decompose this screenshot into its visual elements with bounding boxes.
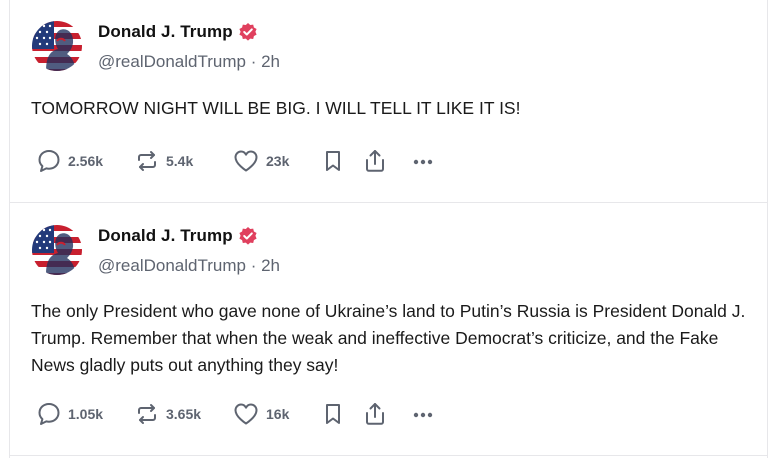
post-time[interactable]: 2h [261,52,280,71]
author-handle[interactable]: @realDonaldTrump [98,52,246,71]
repost-arrows-icon [138,151,156,171]
post-time[interactable]: 2h [261,256,280,275]
more-options-button[interactable] [410,147,450,175]
post-card[interactable]: Donald J. Trump @realDonaldTrump · 2h Th… [10,203,767,456]
ellipsis-icon [413,412,433,418]
bookmark-button[interactable] [322,400,362,428]
author-handle[interactable]: @realDonaldTrump [98,256,246,275]
post-actions: 1.05k 3.65k 16k [36,400,450,428]
restate-count: 3.65k [166,406,202,422]
like-count: 23k [266,153,290,169]
meta-separator: · [250,52,262,71]
ellipsis-icon [413,159,433,165]
author-name-row: Donald J. Trump [98,22,258,42]
repost-arrows-icon [138,404,156,424]
share-button[interactable] [362,400,410,428]
post-text: TOMORROW NIGHT WILL BE BIG. I WILL TELL … [31,98,521,118]
author-name-row: Donald J. Trump [98,226,258,246]
restate-button[interactable]: 5.4k [134,147,232,175]
speech-bubble-icon [38,150,60,172]
avatar-flag-portrait-icon [32,21,82,71]
restate-button[interactable]: 3.65k [134,400,232,428]
post-card[interactable]: Donald J. Trump @realDonaldTrump · 2h TO… [10,0,767,203]
like-count: 16k [266,406,290,422]
handle-row: @realDonaldTrump · 2h [98,52,280,72]
post-text: The only President who gave none of Ukra… [31,301,746,375]
post-actions: 2.56k 5.4k 23k [36,147,450,175]
bookmark-icon [326,404,340,424]
author-name[interactable]: Donald J. Trump [98,22,233,42]
reply-button[interactable]: 2.56k [36,147,134,175]
bookmark-button[interactable] [322,147,362,175]
speech-bubble-icon [38,403,60,425]
restate-count: 5.4k [166,153,194,169]
reply-button[interactable]: 1.05k [36,400,134,428]
verified-badge-icon [239,23,257,41]
reply-count: 2.56k [68,153,104,169]
author-name[interactable]: Donald J. Trump [98,226,233,246]
bookmark-icon [326,151,340,171]
post-feed: Donald J. Trump @realDonaldTrump · 2h TO… [9,0,768,458]
like-button[interactable]: 16k [232,400,322,428]
heart-icon [234,403,258,425]
share-upload-icon [366,150,384,172]
meta-separator: · [250,256,262,275]
avatar[interactable] [32,225,82,275]
handle-row: @realDonaldTrump · 2h [98,256,280,276]
avatar-flag-portrait-icon [32,225,82,275]
reply-count: 1.05k [68,406,104,422]
more-options-button[interactable] [410,400,450,428]
like-button[interactable]: 23k [232,147,322,175]
share-upload-icon [366,403,384,425]
avatar[interactable] [32,21,82,71]
share-button[interactable] [362,147,410,175]
heart-icon [234,150,258,172]
verified-badge-icon [239,227,257,245]
